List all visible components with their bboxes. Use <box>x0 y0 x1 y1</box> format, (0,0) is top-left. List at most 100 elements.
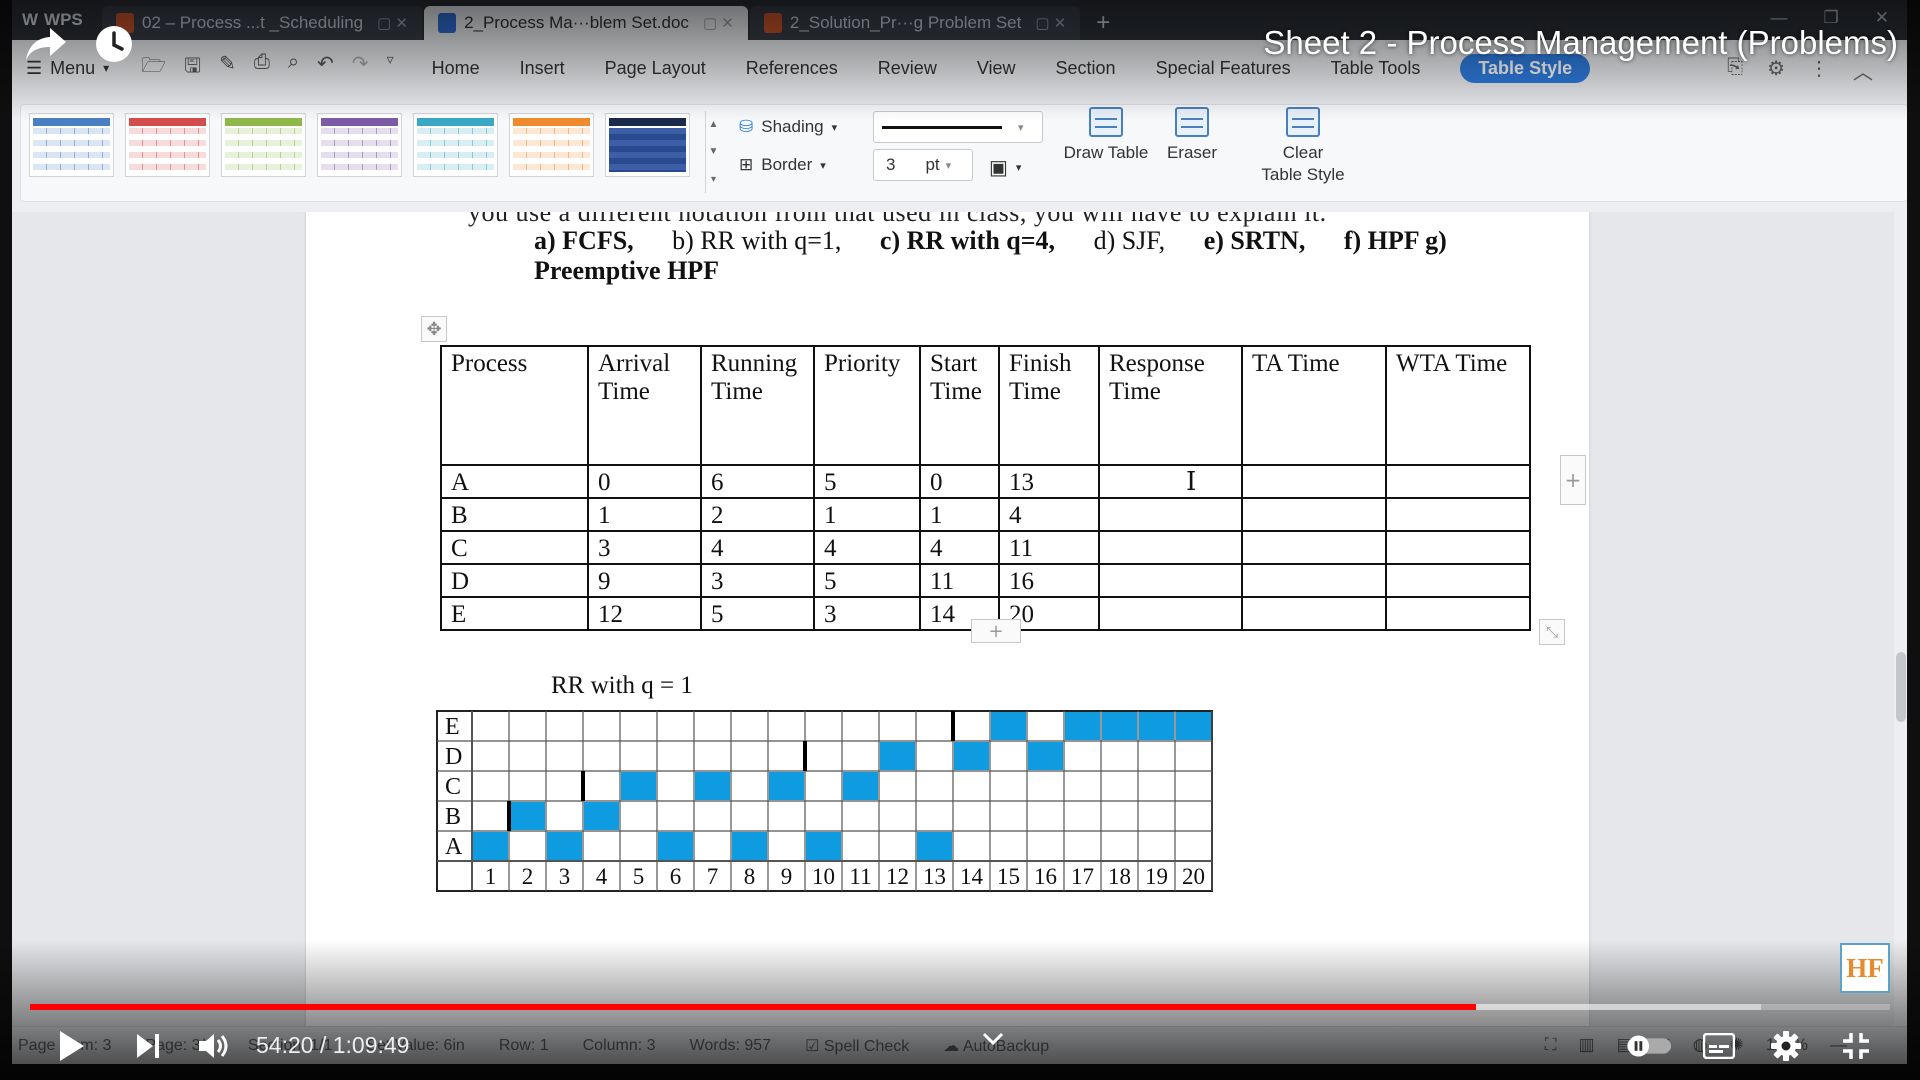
table-cell[interactable]: C <box>440 530 589 565</box>
settings-button[interactable] <box>1762 1022 1810 1070</box>
next-button[interactable] <box>124 1022 172 1070</box>
exit-fullscreen-button[interactable] <box>1832 1022 1880 1070</box>
col-finish[interactable]: Finish Time <box>998 345 1100 466</box>
clear-table-style-button[interactable]: Clear Table Style <box>1243 107 1363 185</box>
eraser-button[interactable]: Eraser <box>1137 107 1247 163</box>
table-cell[interactable] <box>1098 464 1243 499</box>
table-cell[interactable] <box>1241 497 1387 532</box>
watch-later-icon[interactable] <box>94 24 134 64</box>
print-icon[interactable]: ⎙ <box>254 51 270 85</box>
pen-color-button[interactable]: ▣ ▾ <box>989 155 1021 180</box>
col-response[interactable]: Response Time <box>1098 345 1243 466</box>
table-style-swatch[interactable] <box>29 113 114 177</box>
gallery-expand-icon[interactable]: ▾ <box>711 174 716 185</box>
table-cell[interactable]: 6 <box>700 464 815 499</box>
mute-button[interactable] <box>190 1022 238 1070</box>
menu-tab-section[interactable]: Section <box>1036 40 1136 96</box>
format-painter-icon[interactable]: ✎ <box>219 51 236 85</box>
table-cell[interactable]: 0 <box>919 464 1000 499</box>
line-style-select[interactable]: ▾ <box>873 111 1043 143</box>
autoplay-toggle[interactable] <box>1625 1022 1673 1070</box>
video-title[interactable]: Sheet 2 - Process Management (Problems) <box>1263 24 1898 62</box>
table-style-swatch[interactable] <box>605 113 690 177</box>
line-weight-select[interactable]: 3 pt ▾ <box>873 149 973 181</box>
table-cell[interactable]: E <box>440 596 589 631</box>
table-cell[interactable] <box>1098 530 1243 565</box>
table-cell[interactable]: 12 <box>587 596 702 631</box>
process-table[interactable]: Process Arrival Time Running Time Priori… <box>440 345 1531 631</box>
table-cell[interactable] <box>1385 596 1531 631</box>
video-progress-bar[interactable] <box>30 1004 1890 1010</box>
table-cell[interactable]: 5 <box>700 596 815 631</box>
table-cell[interactable]: 0 <box>587 464 702 499</box>
table-cell[interactable]: B <box>440 497 589 532</box>
table-resize-handle[interactable]: ⤡ <box>1539 619 1565 645</box>
table-cell[interactable] <box>1385 563 1531 598</box>
undo-icon[interactable]: ↶ <box>317 51 334 85</box>
table-cell[interactable]: 4 <box>998 497 1100 532</box>
table-cell[interactable]: 4 <box>919 530 1000 565</box>
redo-icon[interactable]: ↷ <box>352 51 369 85</box>
open-folder-icon[interactable]: 🗁 <box>141 51 166 85</box>
chevron-down-icon[interactable]: ▼ <box>709 146 719 157</box>
chevron-up-icon[interactable]: ▲ <box>709 119 719 130</box>
new-tab-button[interactable]: + <box>1082 6 1124 40</box>
tab-close-icon[interactable]: ▢ ✕ <box>1035 14 1066 32</box>
play-button[interactable] <box>48 1022 96 1070</box>
table-cell[interactable]: A <box>440 464 589 499</box>
col-process[interactable]: Process <box>440 345 589 466</box>
table-cell[interactable]: 5 <box>813 563 921 598</box>
menu-tab-page-layout[interactable]: Page Layout <box>585 40 726 96</box>
table-cell[interactable]: 1 <box>587 497 702 532</box>
table-cell[interactable] <box>1385 497 1531 532</box>
add-row-button[interactable]: + <box>971 619 1021 643</box>
table-move-handle[interactable]: ✥ <box>421 316 447 342</box>
menu-tab-home[interactable]: Home <box>412 40 500 96</box>
customize-toolbar-icon[interactable]: ▿ <box>387 51 394 85</box>
table-cell[interactable]: 1 <box>813 497 921 532</box>
table-cell[interactable] <box>1385 464 1531 499</box>
table-cell[interactable]: 11 <box>998 530 1100 565</box>
table-cell[interactable]: 4 <box>813 530 921 565</box>
add-column-button[interactable]: + <box>1560 455 1586 505</box>
col-start[interactable]: Start Time <box>919 345 1000 466</box>
save-icon[interactable]: 🖫 <box>184 51 201 85</box>
scrollbar-thumb[interactable] <box>1896 652 1906 722</box>
col-priority[interactable]: Priority <box>813 345 921 466</box>
menu-tab-review[interactable]: Review <box>858 40 957 96</box>
table-style-swatch[interactable] <box>413 113 498 177</box>
table-cell[interactable]: 16 <box>998 563 1100 598</box>
table-cell[interactable] <box>1098 563 1243 598</box>
table-cell[interactable]: 4 <box>700 530 815 565</box>
table-cell[interactable]: 3 <box>587 530 702 565</box>
doc-tab-solution[interactable]: 2_Solution_Pr···g Problem Set ▢ ✕ <box>749 6 1081 40</box>
table-cell[interactable] <box>1241 530 1387 565</box>
col-arrival[interactable]: Arrival Time <box>587 345 702 466</box>
table-cell[interactable] <box>1241 464 1387 499</box>
col-ta[interactable]: TA Time <box>1241 345 1387 466</box>
table-cell[interactable]: 3 <box>813 596 921 631</box>
gallery-scroll[interactable]: ▲ ▼ ▾ <box>705 111 721 193</box>
table-cell[interactable] <box>1241 563 1387 598</box>
shading-button[interactable]: ⛁ Shading ▾ <box>739 117 837 137</box>
table-cell[interactable]: 5 <box>813 464 921 499</box>
share-icon[interactable] <box>24 24 68 64</box>
table-cell[interactable] <box>1241 596 1387 631</box>
table-cell[interactable]: 2 <box>700 497 815 532</box>
table-style-swatch[interactable] <box>509 113 594 177</box>
table-cell[interactable] <box>1385 530 1531 565</box>
subtitles-button[interactable] <box>1695 1022 1743 1070</box>
table-cell[interactable] <box>1098 596 1243 631</box>
doc-tab-scheduling[interactable]: 02 – Process ...t _Scheduling ▢ ✕ <box>102 6 423 40</box>
table-cell[interactable] <box>1098 497 1243 532</box>
vertical-scrollbar[interactable] <box>1894 212 1907 1027</box>
table-cell[interactable]: D <box>440 563 589 598</box>
table-cell[interactable]: 3 <box>700 563 815 598</box>
border-button[interactable]: ⊞ Border ▾ <box>739 155 826 175</box>
tab-close-icon[interactable]: ▢ ✕ <box>377 14 408 32</box>
table-cell[interactable]: 13 <box>998 464 1100 499</box>
col-running[interactable]: Running Time <box>700 345 815 466</box>
table-cell[interactable]: 9 <box>587 563 702 598</box>
tab-close-icon[interactable]: ▢ ✕ <box>703 14 734 32</box>
doc-tab-problem-set[interactable]: 2_Process Ma···blem Set.doc ▢ ✕ <box>424 6 748 40</box>
